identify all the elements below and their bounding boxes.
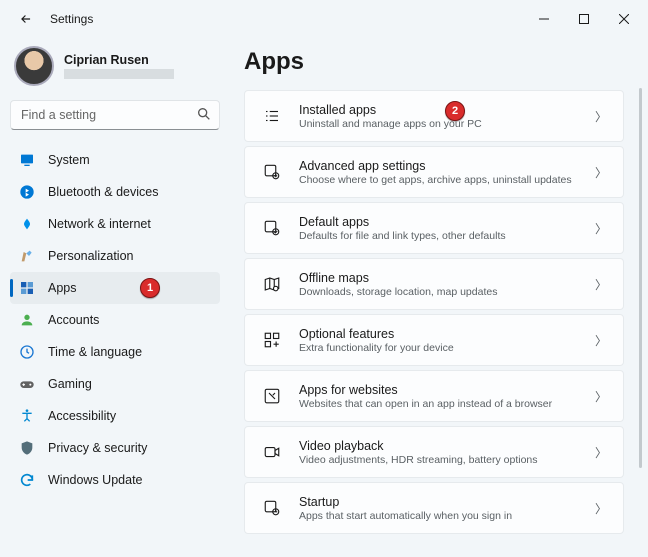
card-defaults[interactable]: Default apps Defaults for file and link … (244, 202, 624, 254)
card-subtitle: Choose where to get apps, archive apps, … (299, 174, 595, 186)
websites-icon (261, 385, 283, 407)
card-subtitle: Downloads, storage location, map updates (299, 286, 595, 298)
sidebar-item-label: Accounts (48, 313, 99, 327)
sidebar: Ciprian Rusen System Bluetooth & devices N… (0, 38, 230, 557)
sidebar-item-label: Apps (48, 281, 77, 295)
bluetooth-icon (18, 183, 36, 201)
card-subtitle: Apps that start automatically when you s… (299, 510, 595, 522)
chevron-right-icon: 〉 (595, 388, 607, 405)
video-icon (261, 441, 283, 463)
network-icon (18, 215, 36, 233)
optional-icon (261, 329, 283, 351)
sidebar-item-privacy[interactable]: Privacy & security (10, 432, 220, 464)
sidebar-item-label: Accessibility (48, 409, 116, 423)
gaming-icon (18, 375, 36, 393)
chevron-right-icon: 〉 (595, 276, 607, 293)
sidebar-item-label: Bluetooth & devices (48, 185, 159, 199)
privacy-icon (18, 439, 36, 457)
sidebar-item-label: Time & language (48, 345, 142, 359)
card-startup[interactable]: Startup Apps that start automatically wh… (244, 482, 624, 534)
accounts-icon (18, 311, 36, 329)
search-input[interactable] (10, 100, 220, 130)
window-controls (524, 4, 644, 34)
startup-icon (261, 497, 283, 519)
main-content: Apps Installed apps Uninstall and manage… (230, 38, 648, 557)
chevron-right-icon: 〉 (595, 164, 607, 181)
minimize-button[interactable] (524, 4, 564, 34)
card-title: Offline maps (299, 271, 595, 285)
defaults-icon (261, 217, 283, 239)
annotation-badge: 2 (445, 101, 465, 121)
card-installed[interactable]: Installed apps Uninstall and manage apps… (244, 90, 624, 142)
user-profile[interactable]: Ciprian Rusen (10, 42, 220, 90)
nav-list: System Bluetooth & devices Network & inter… (10, 144, 220, 496)
card-title: Video playback (299, 439, 595, 453)
card-advanced[interactable]: Advanced app settings Choose where to ge… (244, 146, 624, 198)
card-subtitle: Defaults for file and link types, other … (299, 230, 595, 242)
sidebar-item-access[interactable]: Accessibility (10, 400, 220, 432)
sidebar-item-bluetooth[interactable]: Bluetooth & devices (10, 176, 220, 208)
search-icon (196, 106, 212, 122)
sidebar-item-apps[interactable]: Apps 1 (10, 272, 220, 304)
page-title: Apps (244, 48, 624, 76)
personal-icon (18, 247, 36, 265)
access-icon (18, 407, 36, 425)
card-optional[interactable]: Optional features Extra functionality fo… (244, 314, 624, 366)
chevron-right-icon: 〉 (595, 444, 607, 461)
close-button[interactable] (604, 4, 644, 34)
chevron-right-icon: 〉 (595, 108, 607, 125)
window-title: Settings (50, 12, 93, 26)
maps-icon (261, 273, 283, 295)
card-subtitle: Extra functionality for your device (299, 342, 595, 354)
card-websites[interactable]: Apps for websites Websites that can open… (244, 370, 624, 422)
sidebar-item-system[interactable]: System (10, 144, 220, 176)
sidebar-item-personal[interactable]: Personalization (10, 240, 220, 272)
sidebar-item-gaming[interactable]: Gaming (10, 368, 220, 400)
title-bar: Settings (0, 0, 648, 38)
sidebar-item-network[interactable]: Network & internet (10, 208, 220, 240)
maximize-button[interactable] (564, 4, 604, 34)
chevron-right-icon: 〉 (595, 220, 607, 237)
sidebar-item-accounts[interactable]: Accounts (10, 304, 220, 336)
card-title: Default apps (299, 215, 595, 229)
sidebar-item-label: Personalization (48, 249, 133, 263)
card-list: Installed apps Uninstall and manage apps… (244, 90, 624, 534)
card-title: Advanced app settings (299, 159, 595, 173)
system-icon (18, 151, 36, 169)
card-title: Optional features (299, 327, 595, 341)
update-icon (18, 471, 36, 489)
scrollbar[interactable] (639, 88, 642, 468)
card-subtitle: Websites that can open in an app instead… (299, 398, 595, 410)
sidebar-item-label: System (48, 153, 90, 167)
annotation-badge: 1 (140, 278, 160, 298)
chevron-right-icon: 〉 (595, 332, 607, 349)
sidebar-item-label: Windows Update (48, 473, 143, 487)
sidebar-item-label: Network & internet (48, 217, 151, 231)
user-name: Ciprian Rusen (64, 53, 174, 67)
advanced-icon (261, 161, 283, 183)
sidebar-item-time[interactable]: Time & language (10, 336, 220, 368)
card-title: Apps for websites (299, 383, 595, 397)
sidebar-item-update[interactable]: Windows Update (10, 464, 220, 496)
card-maps[interactable]: Offline maps Downloads, storage location… (244, 258, 624, 310)
time-icon (18, 343, 36, 361)
sidebar-item-label: Privacy & security (48, 441, 147, 455)
card-video[interactable]: Video playback Video adjustments, HDR st… (244, 426, 624, 478)
back-button[interactable] (14, 7, 38, 31)
user-email-redacted (64, 69, 174, 79)
apps-icon (18, 279, 36, 297)
card-subtitle: Video adjustments, HDR streaming, batter… (299, 454, 595, 466)
avatar (14, 46, 54, 86)
installed-icon (261, 105, 283, 127)
sidebar-item-label: Gaming (48, 377, 92, 391)
card-title: Startup (299, 495, 595, 509)
card-subtitle: Uninstall and manage apps on your PC (299, 118, 595, 130)
chevron-right-icon: 〉 (595, 500, 607, 517)
